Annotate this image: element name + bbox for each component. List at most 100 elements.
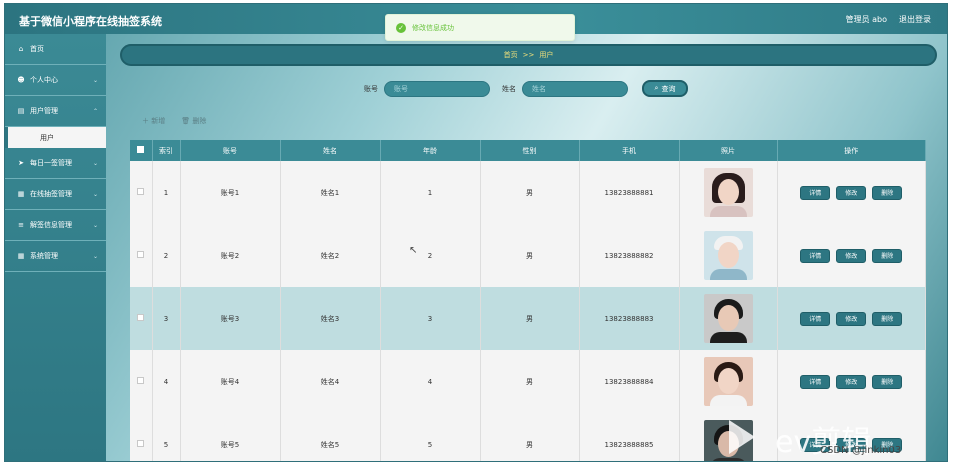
photo-face: [717, 305, 739, 331]
breadcrumb: 首页 >> 用户: [120, 44, 937, 66]
sidebar-item-label: 解签信息管理: [30, 221, 72, 229]
cell-gender: 男: [480, 287, 580, 350]
cell-phone: 13823888882: [579, 224, 680, 287]
sidebar-subitem-user[interactable]: 用户: [5, 127, 106, 148]
detail-button[interactable]: 详情: [800, 311, 831, 326]
cell-index: 4: [152, 350, 181, 413]
cell-age: 5: [380, 413, 481, 461]
cell-index: 3: [152, 287, 181, 350]
name-search-input[interactable]: [522, 80, 628, 97]
sidebar: ⌂ 首页 ☻ 个人中心 ⌄ ▤ 用户管理 ⌃ 用户 ➤ 每日一签管理 ⌄ ▦ 在…: [5, 34, 106, 461]
edit-button[interactable]: 修改: [836, 311, 867, 326]
row-checkbox[interactable]: [137, 377, 145, 384]
cell-index: 2: [152, 224, 181, 287]
row-checkbox[interactable]: [137, 440, 145, 447]
cell-phone: 13823888881: [579, 161, 680, 224]
sidebar-item-daily-sign[interactable]: ➤ 每日一签管理 ⌄: [5, 148, 106, 179]
cell-account: 账号4: [180, 350, 281, 413]
grid-icon: ▦: [17, 252, 25, 260]
row-checkbox[interactable]: [137, 251, 145, 258]
chevron-down-icon: ⌄: [92, 221, 98, 229]
sidebar-item-sign-interpretation[interactable]: ≡ 解签信息管理 ⌄: [5, 210, 106, 241]
col-phone: 手机: [579, 140, 680, 161]
cell-actions: 详情 修改 删除: [777, 224, 926, 287]
chevron-down-icon: ⌄: [92, 159, 98, 167]
cell-age: 3: [380, 287, 481, 350]
row-delete-button[interactable]: 删除: [872, 185, 903, 200]
photo-face: [717, 368, 739, 394]
chevron-down-icon: ⌄: [92, 252, 98, 260]
play-icon: [729, 420, 755, 454]
user-icon: ☻: [17, 76, 25, 84]
list-icon: ≡: [18, 221, 24, 229]
cell-name: 姓名1: [280, 161, 381, 224]
cell-index: 1: [152, 161, 181, 224]
cell-photo: [679, 287, 778, 350]
name-label: 姓名: [502, 84, 516, 93]
cell-gender: 男: [480, 161, 580, 224]
row-select-cell: [130, 161, 153, 224]
row-delete-button[interactable]: 删除: [872, 248, 903, 263]
row-checkbox[interactable]: [137, 188, 145, 195]
sidebar-item-profile[interactable]: ☻ 个人中心 ⌄: [5, 65, 106, 96]
row-select-cell: [130, 350, 153, 413]
cell-gender: 男: [480, 224, 580, 287]
logout-link[interactable]: 退出登录: [899, 14, 931, 25]
cell-name: 姓名4: [280, 350, 381, 413]
cell-actions: 详情 修改 删除: [777, 287, 926, 350]
user-photo[interactable]: [703, 357, 753, 406]
send-icon: ➤: [18, 159, 24, 167]
breadcrumb-separator: >>: [522, 51, 535, 59]
sidebar-item-home[interactable]: ⌂ 首页: [5, 34, 106, 65]
search-bar: 账号 姓名 ⌕ 查询: [364, 80, 688, 97]
cell-phone: 13823888883: [579, 287, 680, 350]
cell-account: 账号1: [180, 161, 281, 224]
account-search-input[interactable]: [384, 80, 490, 97]
detail-button[interactable]: 详情: [800, 248, 831, 263]
edit-button[interactable]: 修改: [836, 374, 867, 389]
sidebar-item-system[interactable]: ▦ 系统管理 ⌄: [5, 241, 106, 272]
detail-button[interactable]: 详情: [800, 185, 831, 200]
cell-actions: 详情 修改 删除: [777, 161, 926, 224]
photo-face: [717, 242, 739, 268]
search-button-label: 查询: [661, 84, 676, 93]
sidebar-item-user-management[interactable]: ▤ 用户管理 ⌃: [5, 96, 106, 127]
toast-message: 修改信息成功: [412, 23, 454, 32]
success-toast: ✓ 修改信息成功: [385, 14, 575, 41]
sidebar-item-label: 个人中心: [30, 76, 58, 84]
row-delete-button[interactable]: 删除: [872, 374, 903, 389]
sidebar-item-label: 每日一签管理: [30, 159, 72, 167]
user-photo[interactable]: [703, 294, 753, 343]
col-actions: 操作: [777, 140, 926, 161]
app-window: 基于微信小程序在线抽签系统 管理员 abo 退出登录 ✓ 修改信息成功 ⌂ 首页…: [4, 3, 948, 462]
cell-account: 账号2: [180, 224, 281, 287]
select-all-cell: [130, 140, 153, 161]
cell-photo: [679, 350, 778, 413]
check-icon: ✓: [396, 22, 406, 33]
row-checkbox[interactable]: [137, 314, 145, 321]
row-delete-button[interactable]: 删除: [872, 311, 903, 326]
row-select-cell: [130, 413, 153, 461]
cell-age: 1: [380, 161, 481, 224]
user-photo[interactable]: [703, 231, 753, 280]
breadcrumb-home[interactable]: 首页: [504, 50, 518, 60]
col-account: 账号: [180, 140, 281, 161]
breadcrumb-current: 用户: [539, 51, 554, 59]
search-button[interactable]: ⌕ 查询: [642, 80, 688, 97]
sidebar-item-online-draw[interactable]: ▦ 在线抽签管理 ⌄: [5, 179, 106, 210]
cell-phone: 13823888884: [579, 350, 680, 413]
sidebar-item-label: 系统管理: [30, 252, 58, 260]
delete-button[interactable]: 🗑 删除: [181, 116, 206, 126]
photo-face: [717, 179, 739, 205]
edit-button[interactable]: 修改: [836, 248, 867, 263]
edit-button[interactable]: 修改: [836, 185, 867, 200]
user-photo[interactable]: [703, 168, 753, 217]
add-button[interactable]: ＋ 新增: [142, 116, 165, 126]
cell-index: 5: [152, 413, 181, 461]
col-name: 姓名: [280, 140, 381, 161]
cell-actions: 详情 修改 删除: [777, 350, 926, 413]
cell-gender: 男: [480, 413, 580, 461]
select-all-checkbox[interactable]: [137, 146, 145, 153]
detail-button[interactable]: 详情: [800, 374, 831, 389]
photo-body: [709, 458, 747, 461]
